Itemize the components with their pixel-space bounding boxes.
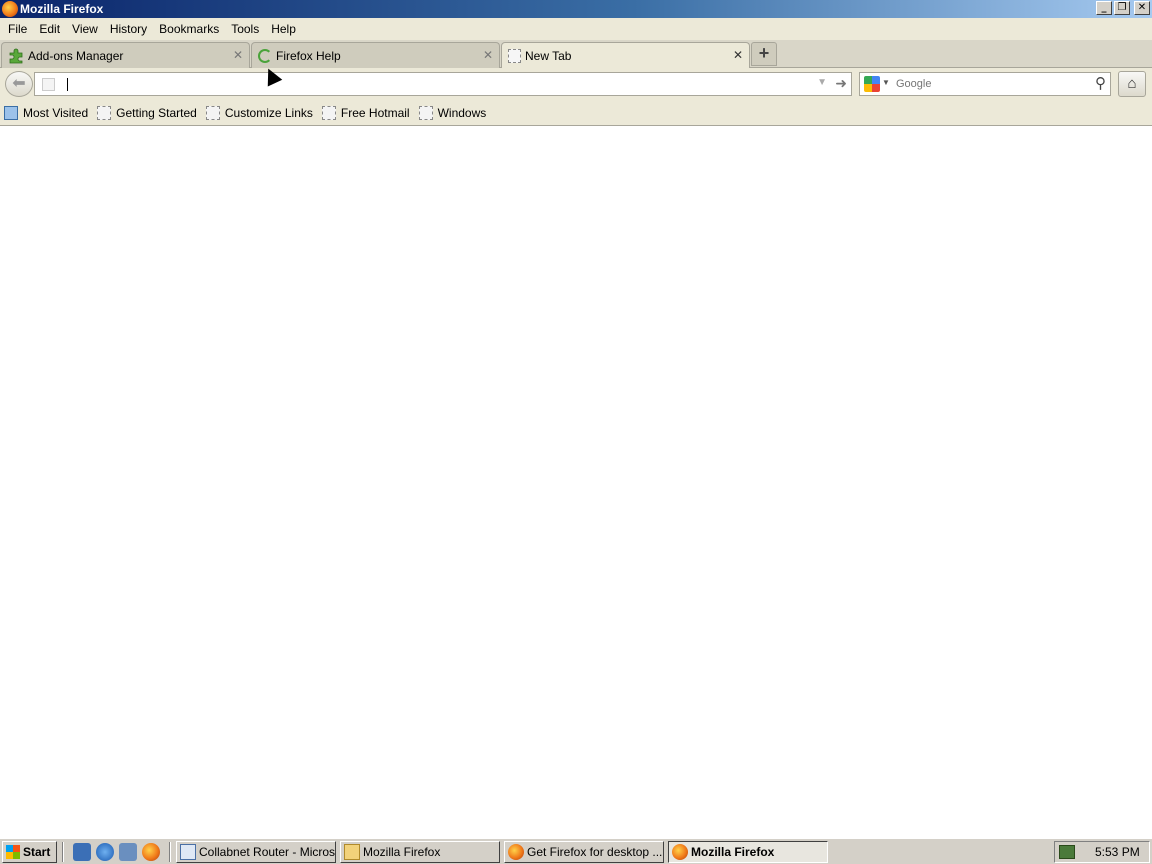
taskbar-button-folder-firefox[interactable]: Mozilla Firefox	[340, 841, 500, 863]
firefox-icon	[2, 1, 18, 17]
tab-label: New Tab	[525, 49, 572, 63]
firefox-icon	[672, 844, 688, 860]
menu-view[interactable]: View	[67, 22, 103, 36]
task-label: Collabnet Router - Micros...	[199, 845, 336, 859]
menu-edit[interactable]: Edit	[34, 22, 65, 36]
loading-spinner-icon	[258, 48, 272, 63]
engine-dropdown-icon[interactable]: ▼	[882, 78, 890, 87]
smart-folder-icon	[4, 105, 18, 120]
window-controls: _ ❐ ✕	[1096, 1, 1150, 15]
bookmark-label: Most Visited	[23, 105, 89, 120]
show-desktop-icon[interactable]	[73, 843, 91, 861]
url-input[interactable]	[65, 75, 805, 93]
back-button[interactable]: ⬅	[5, 71, 33, 97]
bookmark-most-visited[interactable]: Most Visited	[4, 105, 89, 120]
taskbar-button-get-firefox[interactable]: Get Firefox for desktop ...	[504, 841, 664, 863]
close-tab-icon[interactable]: ✕	[233, 48, 243, 62]
window-titlebar: Mozilla Firefox _ ❐ ✕	[0, 0, 1152, 18]
taskbar-button-collabnet[interactable]: Collabnet Router - Micros...	[176, 841, 336, 863]
bookmark-label: Windows	[437, 105, 487, 120]
menu-history[interactable]: History	[105, 22, 152, 36]
tab-strip: Add-ons Manager ✕ Firefox Help ✕ New Tab…	[0, 40, 1152, 69]
internet-explorer-icon[interactable]	[96, 843, 114, 861]
windows-logo-icon	[6, 845, 20, 859]
network-icon[interactable]	[119, 843, 137, 861]
bookmarks-toolbar: Most Visited Getting Started Customize L…	[0, 100, 1152, 126]
menu-file[interactable]: File	[3, 22, 32, 36]
menu-help[interactable]: Help	[266, 22, 301, 36]
puzzle-icon	[9, 48, 23, 63]
menu-tools[interactable]: Tools	[226, 22, 264, 36]
site-identity-icon[interactable]	[42, 78, 55, 91]
bookmark-free-hotmail[interactable]: Free Hotmail	[321, 105, 410, 120]
tab-label: Firefox Help	[276, 48, 341, 63]
menu-bookmarks[interactable]: Bookmarks	[154, 22, 224, 36]
search-input[interactable]	[894, 76, 1084, 92]
url-bar[interactable]: ▼ ➜	[34, 72, 852, 96]
close-tab-icon[interactable]: ✕	[483, 48, 493, 62]
back-arrow-icon: ⬅	[12, 75, 26, 92]
blank-page-icon	[321, 105, 336, 120]
blank-page-icon	[97, 105, 112, 120]
tab-new-tab[interactable]: New Tab ✕	[501, 42, 750, 69]
close-window-button[interactable]: ✕	[1134, 1, 1150, 15]
close-tab-icon[interactable]: ✕	[733, 48, 743, 62]
text-caret	[67, 78, 68, 91]
start-button[interactable]: Start	[2, 841, 57, 863]
tab-label: Add-ons Manager	[28, 48, 124, 63]
network-status-icon[interactable]	[1059, 845, 1075, 859]
page-content[interactable]	[0, 127, 1152, 837]
bookmark-label: Free Hotmail	[340, 105, 410, 120]
bookmark-windows[interactable]: Windows	[418, 105, 487, 120]
clock[interactable]: 5:53 PM	[1095, 845, 1140, 859]
search-magnifier-icon[interactable]: ⚲	[1095, 74, 1106, 92]
taskbar-separator	[62, 842, 64, 862]
tab-addons-manager[interactable]: Add-ons Manager ✕	[1, 42, 250, 68]
firefox-icon[interactable]	[142, 843, 160, 861]
new-tab-button[interactable]: +	[751, 42, 777, 66]
menu-bar: File Edit View History Bookmarks Tools H…	[0, 18, 1152, 40]
bookmark-label: Getting Started	[116, 105, 197, 120]
system-tray: 5:53 PM	[1054, 841, 1150, 863]
windows-taskbar: Start Collabnet Router - Micros... Mozil…	[0, 838, 1152, 864]
bookmark-getting-started[interactable]: Getting Started	[97, 105, 197, 120]
start-label: Start	[23, 845, 51, 859]
google-engine-icon[interactable]	[864, 76, 880, 92]
task-label: Get Firefox for desktop ...	[527, 845, 663, 859]
go-arrow-icon[interactable]: ➜	[835, 75, 847, 92]
taskbar-button-mozilla-firefox-active[interactable]: Mozilla Firefox	[668, 841, 828, 863]
tab-firefox-help[interactable]: Firefox Help ✕	[251, 42, 500, 68]
restore-button[interactable]: ❐	[1114, 1, 1130, 15]
blank-page-icon	[508, 49, 521, 63]
firefox-icon	[508, 844, 524, 860]
ie-document-icon	[180, 844, 196, 860]
minimize-button[interactable]: _	[1096, 1, 1112, 15]
bookmark-label: Customize Links	[224, 105, 313, 120]
bookmark-customize-links[interactable]: Customize Links	[205, 105, 313, 120]
task-label: Mozilla Firefox	[363, 845, 441, 859]
task-label: Mozilla Firefox	[691, 845, 775, 859]
history-dropdown-icon[interactable]: ▼	[817, 77, 827, 88]
taskbar-separator	[169, 842, 171, 862]
home-icon: ⌂	[1127, 75, 1137, 92]
home-button[interactable]: ⌂	[1118, 71, 1146, 97]
blank-page-icon	[418, 105, 433, 120]
blank-page-icon	[205, 105, 220, 120]
folder-icon	[344, 844, 360, 860]
navigation-toolbar: ⬅ ▼ ➜ ▼ ⚲ ⌂	[0, 68, 1152, 100]
window-title: Mozilla Firefox	[20, 2, 104, 16]
search-bar[interactable]: ▼ ⚲	[859, 72, 1111, 96]
